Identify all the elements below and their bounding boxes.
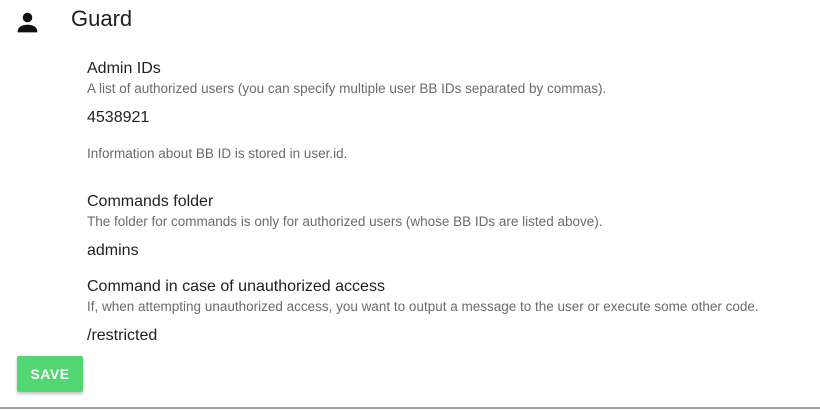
save-button[interactable]: SAVE — [17, 356, 83, 392]
unauthorized-command-label: Command in case of unauthorized access — [87, 278, 385, 295]
admin-ids-label: Admin IDs — [87, 60, 161, 77]
page-title: Guard — [71, 6, 133, 31]
unauthorized-command-hint: If, when attempting unauthorized access,… — [87, 299, 759, 314]
admin-ids-input[interactable] — [87, 108, 487, 128]
guard-settings-page: Guard Admin IDs A list of authorized use… — [0, 0, 820, 410]
unauthorized-command-section: Command in case of unauthorized access I… — [87, 277, 807, 346]
admin-ids-hint: A list of authorized users (you can spec… — [87, 81, 607, 96]
commands-folder-label: Commands folder — [87, 193, 214, 210]
header: Guard — [0, 0, 820, 44]
admin-ids-section: Admin IDs A list of authorized users (yo… — [87, 59, 807, 163]
person-icon — [15, 10, 40, 35]
commands-folder-hint: The folder for commands is only for auth… — [87, 214, 603, 229]
unauthorized-command-input[interactable] — [87, 326, 487, 346]
commands-folder-input[interactable] — [87, 241, 487, 261]
commands-folder-section: Commands folder The folder for commands … — [87, 192, 807, 261]
admin-ids-info: Information about BB ID is stored in use… — [87, 146, 348, 161]
bottom-divider — [0, 407, 820, 409]
